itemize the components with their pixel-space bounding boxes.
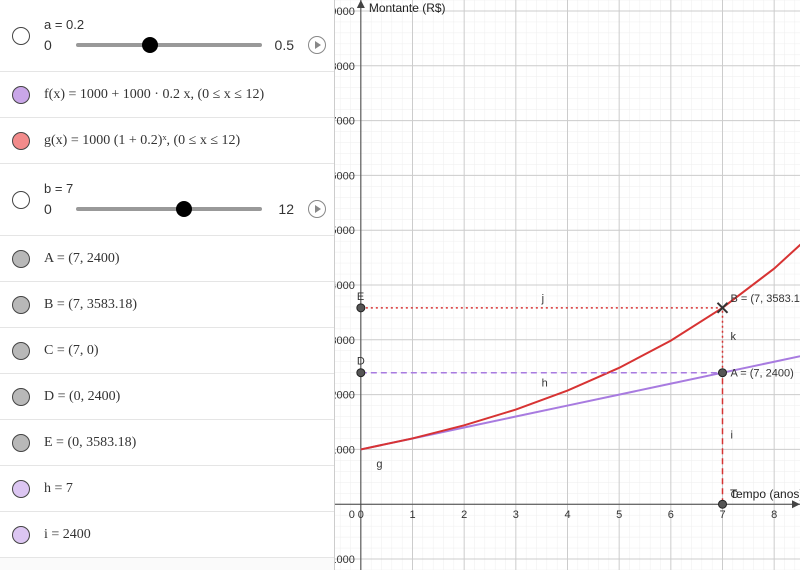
svg-text:7000: 7000 <box>335 116 355 128</box>
svg-text:-1000: -1000 <box>335 554 355 566</box>
svg-text:k: k <box>731 331 737 343</box>
svg-text:2: 2 <box>461 509 467 521</box>
play-a-button[interactable] <box>308 36 326 54</box>
svg-text:1: 1 <box>409 509 415 521</box>
svg-text:4: 4 <box>564 509 570 521</box>
row-slider-b: b = 7 0 12 <box>0 164 334 236</box>
svg-text:3: 3 <box>513 509 519 521</box>
value-h: h = 7 <box>44 481 326 497</box>
slider-a-min: 0 <box>44 37 68 53</box>
svg-text:3000: 3000 <box>335 335 355 347</box>
svg-text:E: E <box>357 291 364 303</box>
value-A: A = (7, 2400) <box>44 251 326 267</box>
svg-text:2000: 2000 <box>335 390 355 402</box>
visibility-toggle-B[interactable] <box>12 296 30 314</box>
svg-text:g: g <box>376 458 382 470</box>
svg-text:4000: 4000 <box>335 280 355 292</box>
algebra-panel[interactable]: a = 0.2 0 0.5 f(x) = 1000 + 1000 · 0.2 x… <box>0 0 335 570</box>
row-E: E = (0, 3583.18) <box>0 420 334 466</box>
value-C: C = (7, 0) <box>44 343 326 359</box>
slider-b-min: 0 <box>44 201 68 217</box>
svg-text:A = (7, 2400): A = (7, 2400) <box>731 368 794 380</box>
formula-f: f(x) = 1000 + 1000 · 0.2 x, (0 ≤ x ≤ 12) <box>44 87 326 103</box>
visibility-toggle-D[interactable] <box>12 388 30 406</box>
svg-text:C: C <box>731 489 739 501</box>
svg-text:8000: 8000 <box>335 61 355 73</box>
svg-text:Tempo (anos): Tempo (anos) <box>730 487 800 501</box>
plot-svg: 0 1 2 3 4 5 6 7 8 -1000 0 1000 2000 3000 4000 5000 6000 7… <box>335 0 800 570</box>
slider-a-max: 0.5 <box>270 37 294 53</box>
slider-a[interactable] <box>76 43 262 47</box>
row-C: C = (7, 0) <box>0 328 334 374</box>
graph-view[interactable]: 0 1 2 3 4 5 6 7 8 -1000 0 1000 2000 3000 4000 5000 6000 7… <box>335 0 800 570</box>
visibility-toggle-i[interactable] <box>12 526 30 544</box>
row-f: f(x) = 1000 + 1000 · 0.2 x, (0 ≤ x ≤ 12) <box>0 72 334 118</box>
svg-text:0: 0 <box>349 509 355 521</box>
value-B: B = (7, 3583.18) <box>44 297 326 313</box>
svg-text:8: 8 <box>771 509 777 521</box>
row-A: A = (7, 2400) <box>0 236 334 282</box>
row-B: B = (7, 3583.18) <box>0 282 334 328</box>
slider-a-thumb[interactable] <box>142 37 158 53</box>
svg-text:5000: 5000 <box>335 225 355 237</box>
slider-b-max: 12 <box>270 201 294 217</box>
visibility-toggle-g[interactable] <box>12 132 30 150</box>
visibility-toggle-E[interactable] <box>12 434 30 452</box>
svg-text:6: 6 <box>668 509 674 521</box>
visibility-toggle-C[interactable] <box>12 342 30 360</box>
value-E: E = (0, 3583.18) <box>44 435 326 451</box>
svg-text:Montante (R$): Montante (R$) <box>369 1 446 15</box>
visibility-toggle-b[interactable] <box>12 191 30 209</box>
row-g: g(x) = 1000 (1 + 0.2)ˣ, (0 ≤ x ≤ 12) <box>0 118 334 164</box>
svg-text:h: h <box>542 378 548 390</box>
svg-text:7: 7 <box>719 509 725 521</box>
svg-text:6000: 6000 <box>335 170 355 182</box>
svg-text:1000: 1000 <box>335 444 355 456</box>
visibility-toggle-A[interactable] <box>12 250 30 268</box>
row-slider-a: a = 0.2 0 0.5 <box>0 0 334 72</box>
visibility-toggle-f[interactable] <box>12 86 30 104</box>
value-D: D = (0, 2400) <box>44 389 326 405</box>
slider-b-thumb[interactable] <box>176 201 192 217</box>
row-i: i = 2400 <box>0 512 334 558</box>
row-h: h = 7 <box>0 466 334 512</box>
play-b-button[interactable] <box>308 200 326 218</box>
row-D: D = (0, 2400) <box>0 374 334 420</box>
svg-text:D: D <box>357 356 365 368</box>
value-i: i = 2400 <box>44 527 326 543</box>
svg-text:i: i <box>731 429 733 441</box>
visibility-toggle-a[interactable] <box>12 27 30 45</box>
svg-text:j: j <box>541 293 544 305</box>
slider-a-label: a = 0.2 <box>44 17 326 32</box>
svg-text:0: 0 <box>358 509 364 521</box>
svg-text:5: 5 <box>616 509 622 521</box>
svg-text:9000: 9000 <box>335 6 355 18</box>
visibility-toggle-h[interactable] <box>12 480 30 498</box>
svg-text:B = (7, 3583.18): B = (7, 3583.18) <box>731 293 800 305</box>
slider-b[interactable] <box>76 207 262 211</box>
formula-g: g(x) = 1000 (1 + 0.2)ˣ, (0 ≤ x ≤ 12) <box>44 133 326 149</box>
slider-b-label: b = 7 <box>44 181 326 196</box>
